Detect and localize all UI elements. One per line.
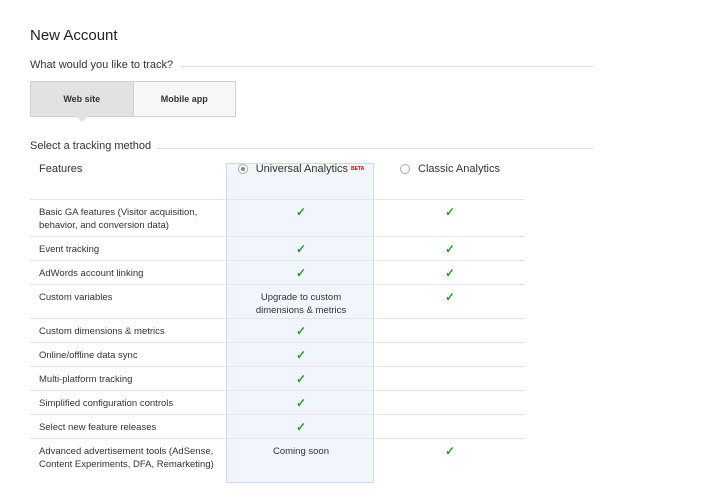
classic-cell <box>375 342 525 367</box>
feature-name: Custom variables <box>30 284 227 319</box>
feature-name: Advanced advertisement tools (AdSense, C… <box>30 438 227 485</box>
radio-selected-icon[interactable] <box>237 164 248 174</box>
classic-analytics-option[interactable]: Classic Analytics <box>375 163 525 200</box>
universal-cell: ✓ <box>227 342 375 367</box>
checkmark-icon: ✓ <box>295 242 307 256</box>
checkmark-icon: ✓ <box>444 205 456 219</box>
table-row: Basic GA features (Visitor acquisition, … <box>30 199 525 237</box>
feature-name: Custom dimensions & metrics <box>30 318 227 343</box>
feature-note: Coming soon <box>273 446 329 457</box>
table-row: Custom dimensions & metrics ✓ <box>30 318 525 343</box>
table-row: Select new feature releases ✓ <box>30 414 525 439</box>
universal-cell: ✓ <box>227 236 375 261</box>
classic-cell <box>375 414 525 439</box>
universal-cell: ✓ <box>227 390 375 415</box>
radio-unselected-icon[interactable] <box>400 164 411 174</box>
method-label: Select a tracking method <box>30 140 152 152</box>
method-divider <box>157 148 593 149</box>
classic-cell <box>375 390 525 415</box>
checkmark-icon: ✓ <box>295 396 307 410</box>
universal-analytics-radio-label[interactable]: Universal Analytics BETA <box>237 163 365 175</box>
track-question: What would you like to track? <box>30 59 174 71</box>
features-header: Features <box>39 163 83 175</box>
table-row: Custom variables Upgrade to custom dimens… <box>30 284 525 319</box>
classic-cell: ✓ <box>375 199 525 237</box>
universal-cell: ✓ <box>227 318 375 343</box>
classic-cell: ✓ <box>375 284 525 319</box>
checkmark-icon: ✓ <box>444 444 456 458</box>
classic-cell: ✓ <box>375 236 525 261</box>
checkmark-icon: ✓ <box>295 266 307 280</box>
checkmark-icon: ✓ <box>295 420 307 434</box>
table-row: Simplified configuration controls ✓ <box>30 390 525 415</box>
website-button[interactable]: Web site <box>31 82 133 116</box>
feature-name: Select new feature releases <box>30 414 227 439</box>
classic-analytics-radio-label[interactable]: Classic Analytics <box>400 163 500 175</box>
checkmark-icon: ✓ <box>295 372 307 386</box>
universal-cell: ✓ <box>227 366 375 391</box>
feature-name: Basic GA features (Visitor acquisition, … <box>30 199 227 237</box>
universal-cell: Upgrade to custom dimensions & metrics <box>227 284 375 319</box>
feature-name: AdWords account linking <box>30 260 227 285</box>
feature-name: Multi-platform tracking <box>30 366 227 391</box>
universal-analytics-label: Universal Analytics <box>255 163 349 175</box>
classic-cell <box>375 366 525 391</box>
page-title: New Account <box>30 27 118 44</box>
classic-cell: ✓ <box>375 438 525 485</box>
feature-name: Online/offline data sync <box>30 342 227 367</box>
beta-badge: BETA <box>351 166 365 172</box>
feature-note: Upgrade to custom dimensions & metrics <box>255 292 347 316</box>
track-type-selector: Web site Mobile app <box>30 81 236 117</box>
classic-cell: ✓ <box>375 260 525 285</box>
mobile-app-button[interactable]: Mobile app <box>132 82 235 116</box>
table-row: AdWords account linking ✓ ✓ <box>30 260 525 285</box>
universal-analytics-option[interactable]: Universal Analytics BETA <box>227 163 375 200</box>
selection-pointer-icon <box>76 116 88 122</box>
table-row: Multi-platform tracking ✓ <box>30 366 525 391</box>
checkmark-icon: ✓ <box>295 348 307 362</box>
table-row: Event tracking ✓ ✓ <box>30 236 525 261</box>
feature-name: Event tracking <box>30 236 227 261</box>
universal-cell: ✓ <box>227 199 375 237</box>
table-header-row: Features Universal Analytics BETA Classi… <box>30 163 525 200</box>
classic-cell <box>375 318 525 343</box>
checkmark-icon: ✓ <box>444 242 456 256</box>
classic-analytics-label: Classic Analytics <box>418 163 500 175</box>
feature-comparison-table: Features Universal Analytics BETA Classi… <box>30 163 525 485</box>
universal-cell: Coming soon <box>227 438 375 485</box>
table-row: Online/offline data sync ✓ <box>30 342 525 367</box>
track-divider <box>181 66 593 67</box>
universal-cell: ✓ <box>227 260 375 285</box>
feature-name: Simplified configuration controls <box>30 390 227 415</box>
table-row: Advanced advertisement tools (AdSense, C… <box>30 438 525 485</box>
checkmark-icon: ✓ <box>444 290 456 304</box>
universal-cell: ✓ <box>227 414 375 439</box>
checkmark-icon: ✓ <box>295 324 307 338</box>
checkmark-icon: ✓ <box>444 266 456 280</box>
checkmark-icon: ✓ <box>295 205 307 219</box>
